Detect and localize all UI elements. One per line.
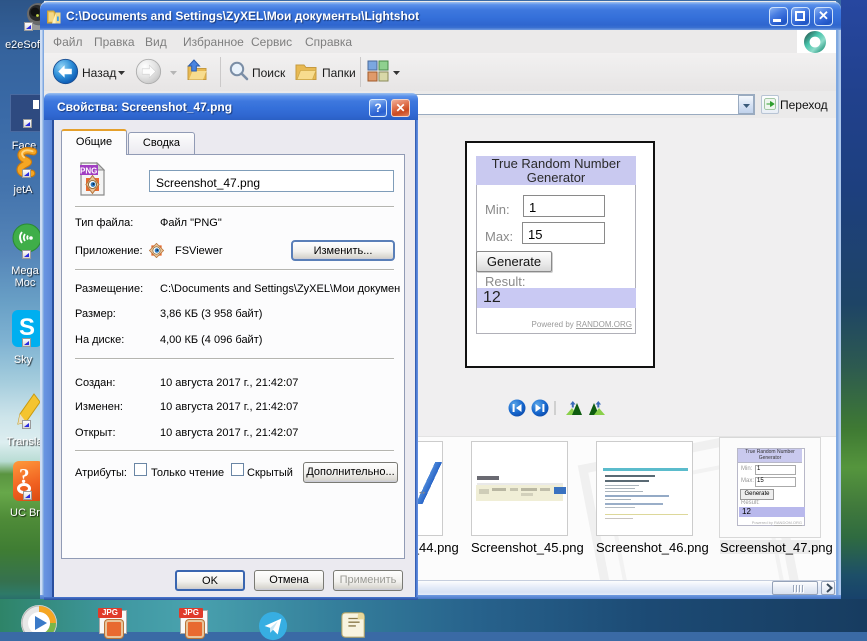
svg-text:PNG: PNG xyxy=(80,167,97,176)
